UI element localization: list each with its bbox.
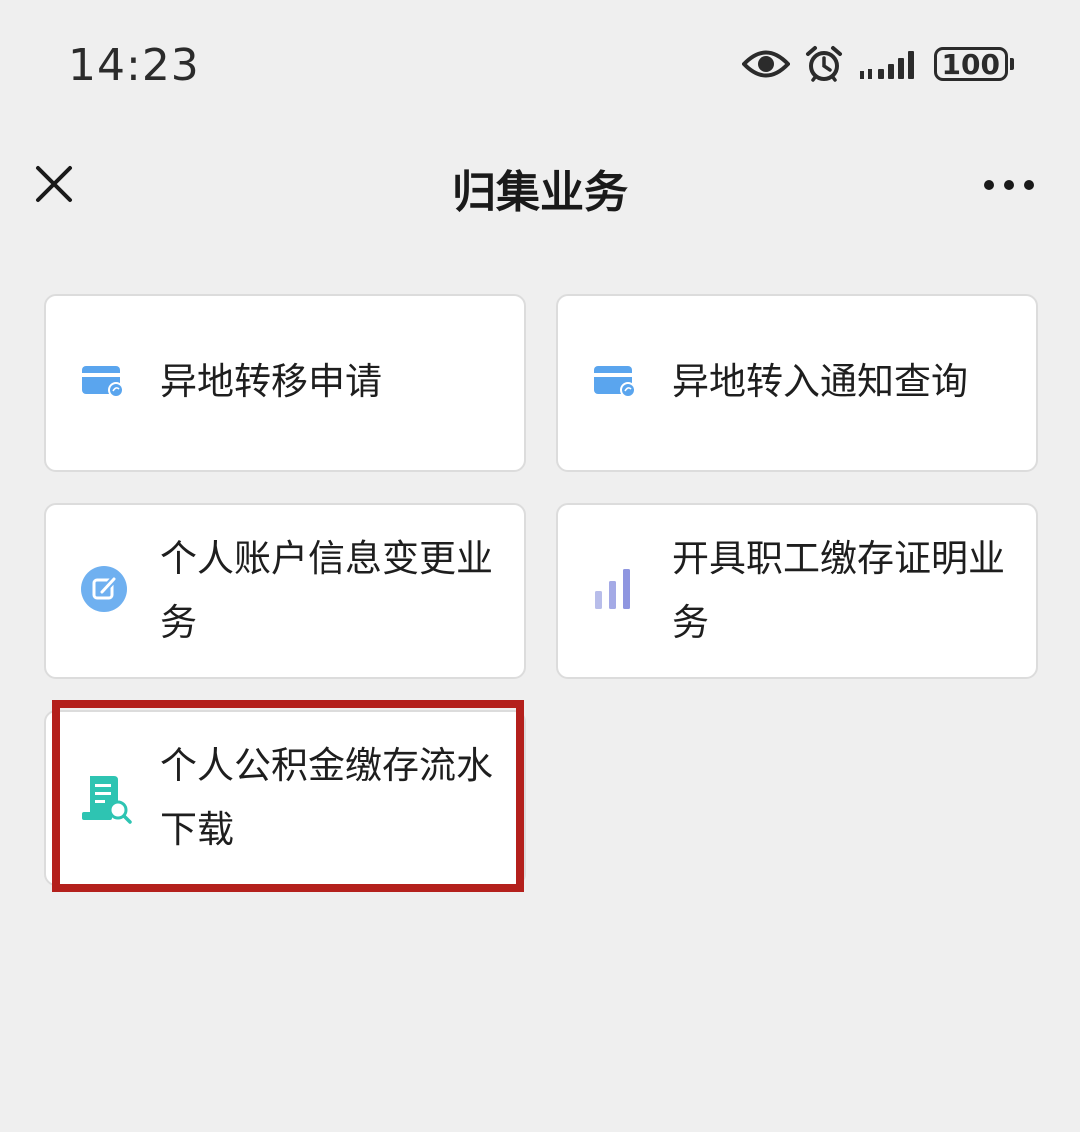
receipt-search-icon [82, 776, 132, 824]
service-card-transfer-apply[interactable]: 异地转移申请 [44, 294, 526, 472]
service-label: 异地转入通知查询 [672, 360, 968, 403]
service-card-transfer-query[interactable]: 异地转入通知查询 [556, 294, 1038, 472]
page-title: 归集业务 [452, 167, 628, 218]
service-label: 异地转移申请 [160, 360, 382, 403]
status-bar: 14:23 100 [0, 0, 1080, 130]
service-card-deposit-certificate[interactable]: 开具职工缴存证明业务 [556, 503, 1038, 679]
alarm-icon [805, 46, 842, 82]
signal-icon [859, 51, 914, 79]
more-icon[interactable] [982, 168, 1036, 202]
edit-icon [81, 566, 127, 612]
service-label: 个人账户信息变更业务 [160, 537, 493, 644]
eye-icon [741, 50, 790, 78]
card-icon [82, 366, 124, 398]
battery-icon: 100 [933, 47, 1014, 81]
status-time: 14:23 [68, 40, 200, 91]
status-icons: 100 [741, 44, 1014, 84]
service-label: 开具职工缴存证明业务 [672, 537, 1005, 644]
bar-chart-icon [595, 569, 630, 609]
service-card-deposit-statement-download[interactable]: 个人公积金缴存流水下载 [44, 710, 526, 886]
card-icon [594, 366, 636, 398]
battery-level: 100 [933, 47, 1008, 81]
nav-bar: 归集业务 [0, 130, 1080, 240]
service-label: 个人公积金缴存流水下载 [160, 744, 493, 851]
battery-cap [1010, 58, 1014, 70]
service-card-account-change[interactable]: 个人账户信息变更业务 [44, 503, 526, 679]
